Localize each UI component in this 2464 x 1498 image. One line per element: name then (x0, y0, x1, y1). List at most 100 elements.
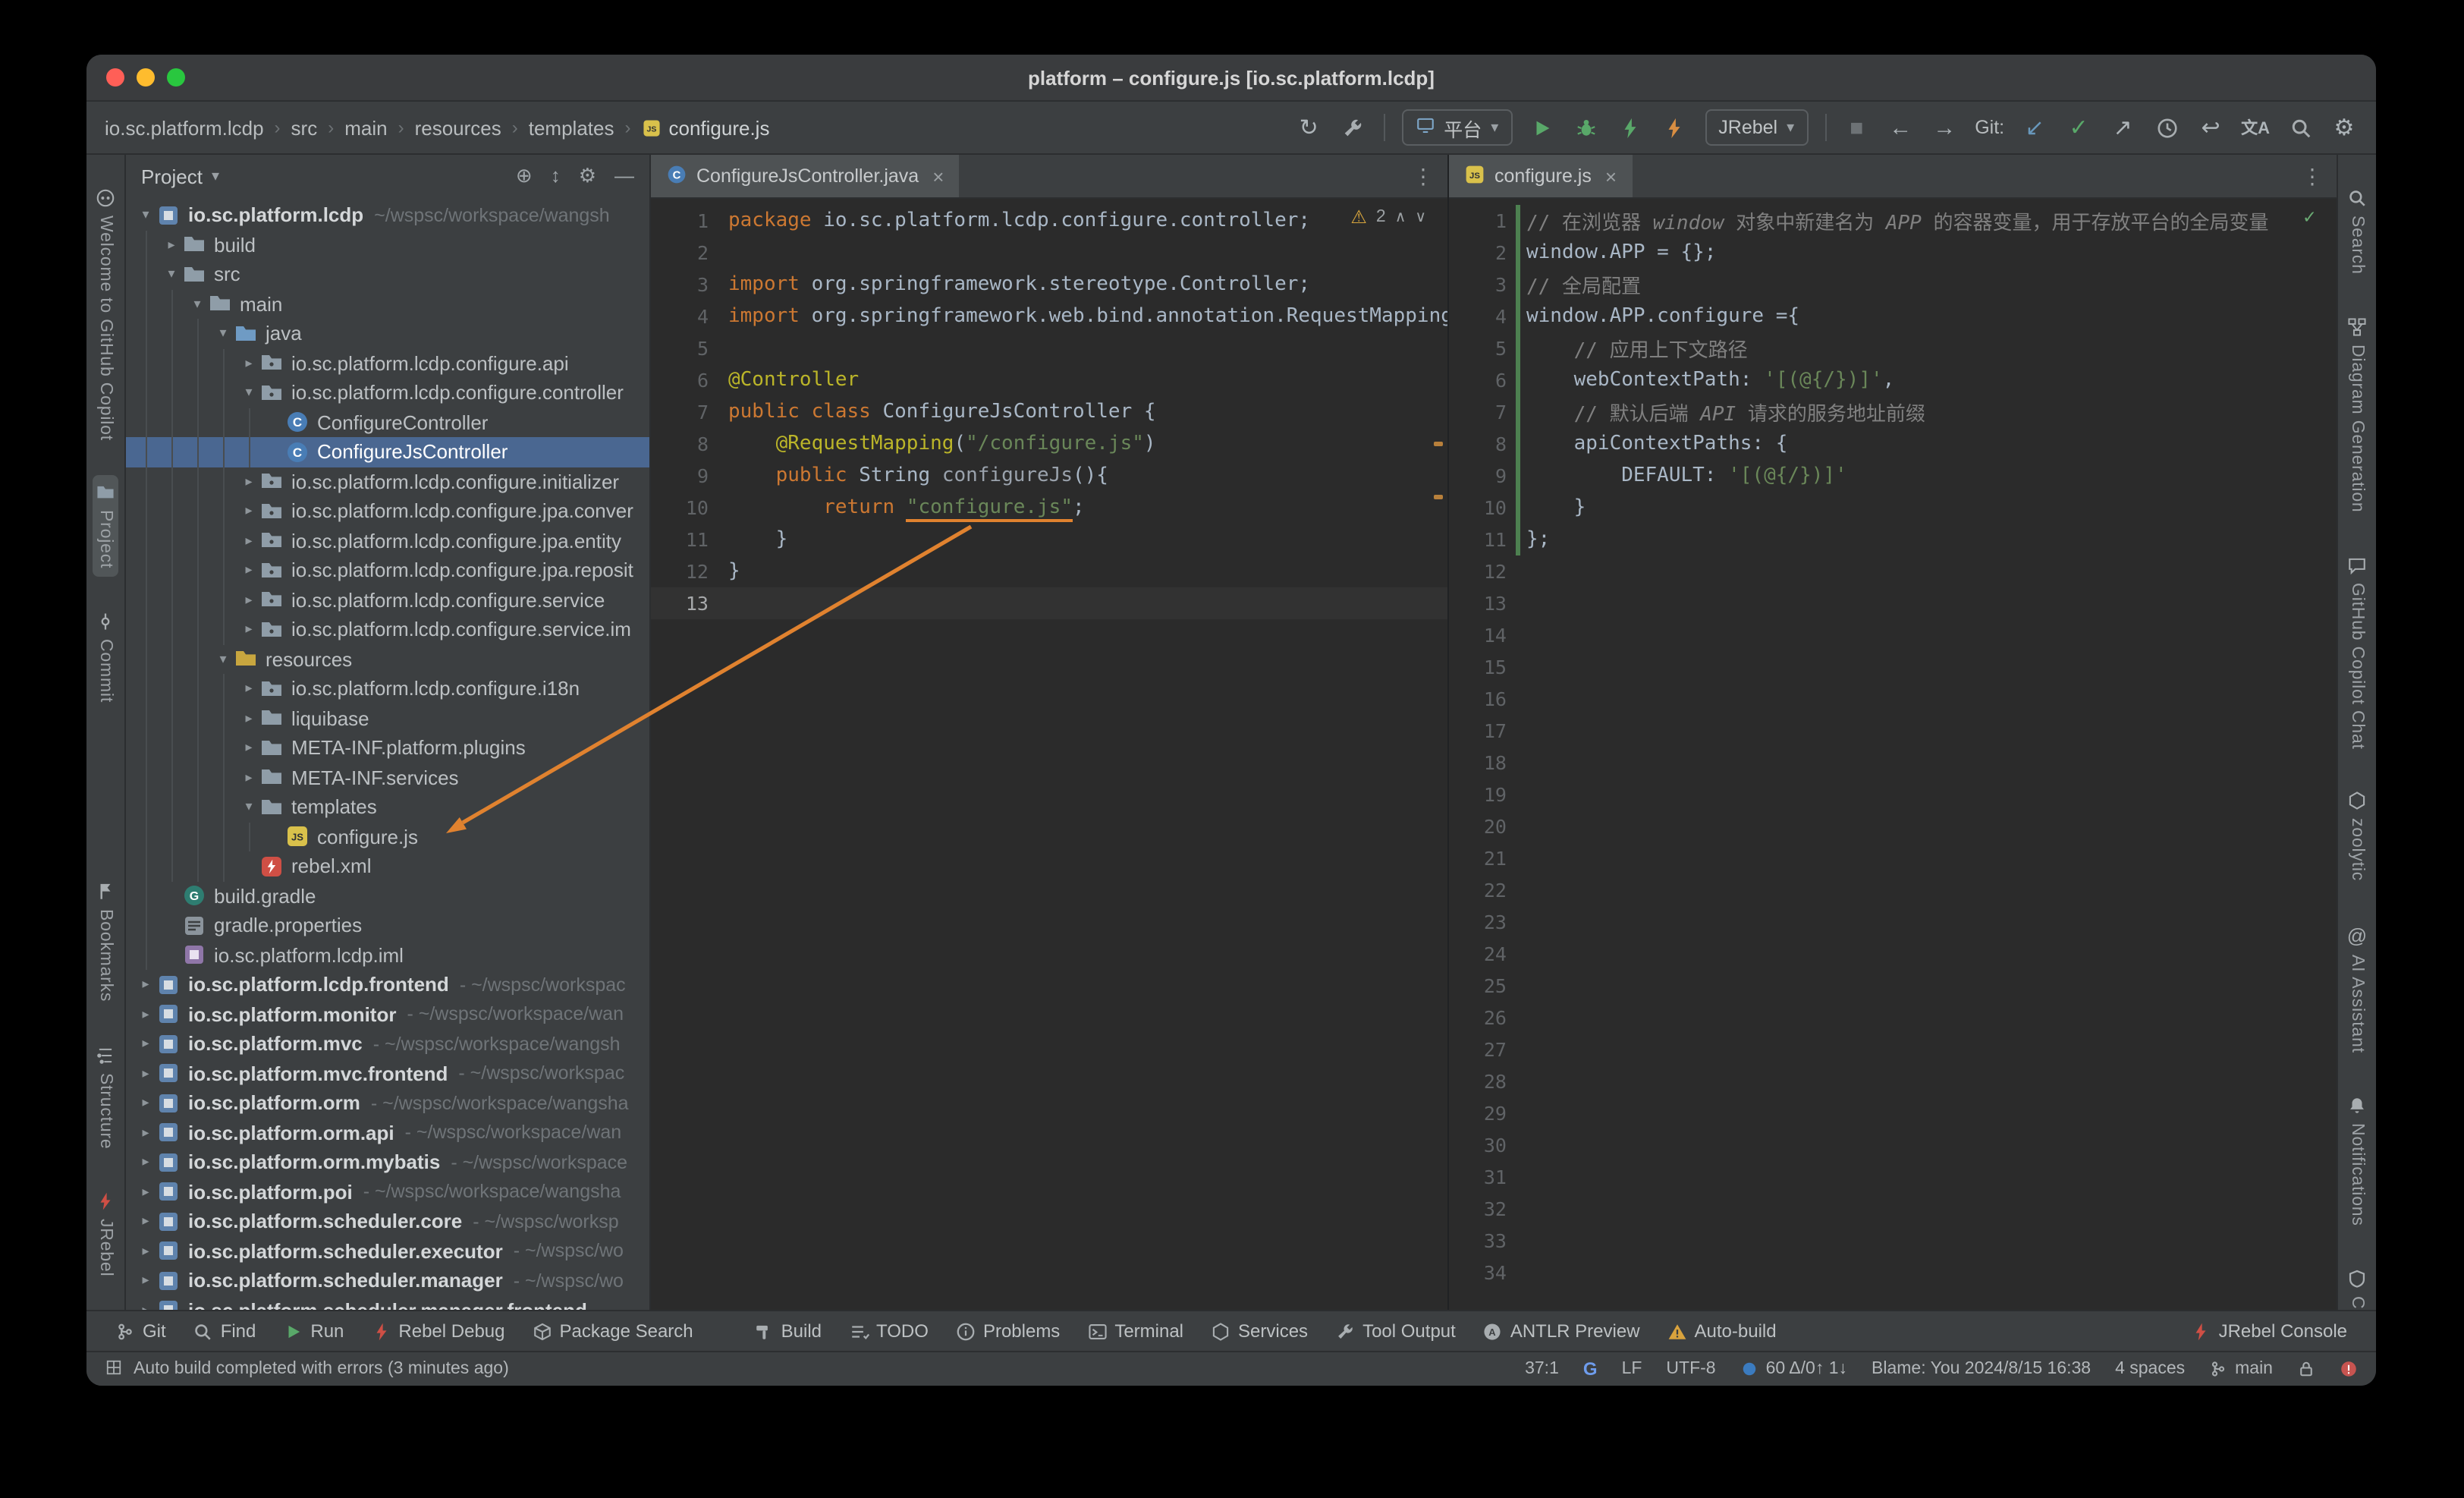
code-line-6[interactable]: 6@Controller (651, 364, 1447, 396)
stop-button[interactable]: ■ (1843, 115, 1870, 140)
expand-collapse-icon[interactable]: ↕ (551, 164, 561, 188)
code-line-4[interactable]: 4window.APP.configure ={ (1449, 301, 2337, 332)
close-window-button[interactable] (106, 68, 124, 87)
run-config-select[interactable]: 平台 ▾ (1401, 109, 1512, 146)
tree-item-meta-inf-services[interactable]: ▸META-INF.services (126, 763, 649, 792)
code-line-13[interactable]: 13 (651, 587, 1447, 619)
jrebel-select[interactable]: JRebel ▾ (1705, 109, 1808, 146)
tree-item-io-sc-platform-lcdp-configure-api[interactable]: ▸io.sc.platform.lcdp.configure.api (126, 348, 649, 378)
update-project-button[interactable]: ↙ (2021, 114, 2048, 141)
tree-chevron-collapsed[interactable]: ▸ (135, 1154, 156, 1171)
search-everywhere-button[interactable] (2286, 116, 2314, 139)
code-line-10[interactable]: 10 return "configure.js"; (651, 492, 1447, 524)
tree-item-io-sc-platform-lcdp-configure-controller[interactable]: ▾io.sc.platform.lcdp.configure.controlle… (126, 378, 649, 408)
code-line-23[interactable]: 23 (1449, 906, 2337, 938)
tool-stripe-item-welcome-to-github-copilot[interactable]: Welcome to GitHub Copilot (93, 181, 118, 448)
close-icon[interactable]: × (1605, 165, 1617, 187)
tool-window-button-jrebel-console[interactable]: JRebel Console (2178, 1320, 2361, 1342)
breadcrumb-item-resources[interactable]: resources (415, 116, 501, 139)
editor-tab-configure-js[interactable]: JS configure.js × (1449, 155, 1632, 197)
tool-window-button-build[interactable]: Build (740, 1311, 835, 1351)
code-editor-js[interactable]: 1// 在浏览器 window 对象中新建名为 APP 的容器变量，用于存放平台… (1449, 199, 2337, 1310)
code-line-18[interactable]: 18 (1449, 747, 2337, 779)
run-button[interactable] (1529, 116, 1556, 139)
tree-item-configurejscontroller[interactable]: CConfigureJsController (126, 437, 649, 467)
push-button[interactable]: ↗ (2109, 114, 2136, 141)
hide-panel-icon[interactable]: — (614, 164, 634, 188)
tree-item-io-sc-platform-lcdp-configure-i18n[interactable]: ▸io.sc.platform.lcdp.configure.i18n (126, 674, 649, 703)
tree-item-io-sc-platform-mvc-frontend[interactable]: ▸io.sc.platform.mvc.frontend- ~/wspsc/wo… (126, 1059, 649, 1088)
tree-chevron-collapsed[interactable]: ▸ (238, 740, 259, 757)
tool-stripe-item-jrebel[interactable]: JRebel (93, 1184, 118, 1284)
minimize-window-button[interactable] (137, 68, 155, 87)
tree-chevron-collapsed[interactable]: ▸ (135, 1302, 156, 1311)
code-line-17[interactable]: 17 (1449, 715, 2337, 747)
code-line-26[interactable]: 26 (1449, 1002, 2337, 1034)
tree-item-io-sc-platform-lcdp[interactable]: ▾io.sc.platform.lcdp~/wspsc/workspace/wa… (126, 200, 649, 230)
status-item-lf[interactable]: LF (1622, 1360, 1642, 1378)
code-line-16[interactable]: 16 (1449, 683, 2337, 715)
code-line-19[interactable]: 19 (1449, 779, 2337, 810)
tool-stripe-item-project[interactable]: Project (93, 476, 118, 577)
code-line-2[interactable]: 2 (651, 237, 1447, 269)
tree-chevron-collapsed[interactable]: ▸ (135, 1243, 156, 1260)
tool-window-button-antlr-preview[interactable]: AANTLR Preview (1469, 1311, 1654, 1351)
tool-window-button-problems[interactable]: Problems (942, 1311, 1073, 1351)
tree-chevron-collapsed[interactable]: ▸ (135, 1125, 156, 1141)
breadcrumb-item-templates[interactable]: templates (529, 116, 614, 139)
titlebar[interactable]: platform – configure.js [io.sc.platform.… (86, 55, 2376, 102)
code-line-33[interactable]: 33 (1449, 1225, 2337, 1257)
jrebel-debug-button[interactable] (1661, 116, 1688, 139)
tree-chevron-collapsed[interactable]: ▸ (238, 503, 259, 520)
tree-item-src[interactable]: ▾src (126, 260, 649, 289)
tree-item-io-sc-platform-lcdp-frontend[interactable]: ▸io.sc.platform.lcdp.frontend- ~/wspsc/w… (126, 970, 649, 999)
tree-item-resources[interactable]: ▾resources (126, 644, 649, 674)
code-line-20[interactable]: 20 (1449, 810, 2337, 842)
rollback-button[interactable]: ↩ (2197, 114, 2224, 141)
tree-item-io-sc-platform-lcdp-configure-jpa-reposit[interactable]: ▸io.sc.platform.lcdp.configure.jpa.repos… (126, 555, 649, 585)
tree-chevron-expanded[interactable]: ▾ (161, 266, 182, 283)
tree-item-io-sc-platform-scheduler-core[interactable]: ▸io.sc.platform.scheduler.core- ~/wspsc/… (126, 1207, 649, 1236)
tree-chevron-collapsed[interactable]: ▸ (135, 977, 156, 993)
tree-chevron-collapsed[interactable]: ▸ (238, 681, 259, 697)
tree-item-io-sc-platform-lcdp-configure-jpa-conver[interactable]: ▸io.sc.platform.lcdp.configure.jpa.conve… (126, 496, 649, 526)
code-line-9[interactable]: 9 DEFAULT: '[(@{/})]' (1449, 460, 2337, 492)
breadcrumb-item-main[interactable]: main (344, 116, 387, 139)
tree-chevron-collapsed[interactable]: ▸ (238, 592, 259, 609)
tree-item-rebel-xml[interactable]: rebel.xml (126, 851, 649, 881)
tree-item-build[interactable]: ▸build (126, 230, 649, 260)
locate-file-icon[interactable]: ⊕ (516, 164, 533, 188)
code-line-27[interactable]: 27 (1449, 1034, 2337, 1065)
status-item-errdot-icon[interactable] (2340, 1360, 2358, 1378)
code-editor-java[interactable]: 1package io.sc.platform.lcdp.configure.c… (651, 199, 1447, 1310)
tree-item-io-sc-platform-orm-mybatis[interactable]: ▸io.sc.platform.orm.mybatis- ~/wspsc/wor… (126, 1147, 649, 1177)
tab-options-icon[interactable]: ⋮ (2288, 155, 2337, 197)
tool-window-button-git[interactable]: Git (102, 1311, 180, 1351)
code-line-12[interactable]: 12 (1449, 555, 2337, 587)
tree-item-io-sc-platform-poi[interactable]: ▸io.sc.platform.poi- ~/wspsc/workspace/w… (126, 1177, 649, 1207)
code-line-11[interactable]: 11}; (1449, 524, 2337, 555)
tree-chevron-collapsed[interactable]: ▸ (135, 1273, 156, 1289)
code-line-25[interactable]: 25 (1449, 970, 2337, 1002)
tree-item-configurecontroller[interactable]: CConfigureController (126, 408, 649, 437)
status-item-blame-you-2024-8-15-16-38[interactable]: Blame: You 2024/8/15 16:38 (1872, 1360, 2091, 1378)
code-line-24[interactable]: 24 (1449, 938, 2337, 970)
code-line-21[interactable]: 21 (1449, 842, 2337, 874)
code-line-9[interactable]: 9 public String configureJs(){ (651, 460, 1447, 492)
tree-item-io-sc-platform-lcdp-configure-initializer[interactable]: ▸io.sc.platform.lcdp.configure.initializ… (126, 467, 649, 496)
tree-item-io-sc-platform-orm-api[interactable]: ▸io.sc.platform.orm.api- ~/wspsc/workspa… (126, 1118, 649, 1147)
status-item-4-spaces[interactable]: 4 spaces (2115, 1360, 2185, 1378)
tree-chevron-collapsed[interactable]: ▸ (238, 355, 259, 372)
inspection-widget[interactable]: ⚠ 2 ∧ ∨ (1350, 206, 1426, 228)
prev-problem-icon[interactable]: ∧ (1395, 209, 1406, 225)
tree-item-io-sc-platform-scheduler-manager-frontend[interactable]: ▸io.sc.platform.scheduler.manager.fronte… (126, 1295, 649, 1310)
code-line-15[interactable]: 15 (1449, 651, 2337, 683)
tool-stripe-item-commit[interactable]: Commit (93, 604, 118, 710)
code-line-1[interactable]: 1// 在浏览器 window 对象中新建名为 APP 的容器变量，用于存放平台… (1449, 205, 2337, 237)
tree-chevron-expanded[interactable]: ▾ (135, 207, 156, 224)
next-problem-icon[interactable]: ∨ (1415, 209, 1426, 225)
tree-item-io-sc-platform-monitor[interactable]: ▸io.sc.platform.monitor- ~/wspsc/workspa… (126, 999, 649, 1029)
tree-chevron-expanded[interactable]: ▾ (212, 651, 234, 668)
code-line-29[interactable]: 29 (1449, 1097, 2337, 1129)
code-line-34[interactable]: 34 (1449, 1257, 2337, 1289)
